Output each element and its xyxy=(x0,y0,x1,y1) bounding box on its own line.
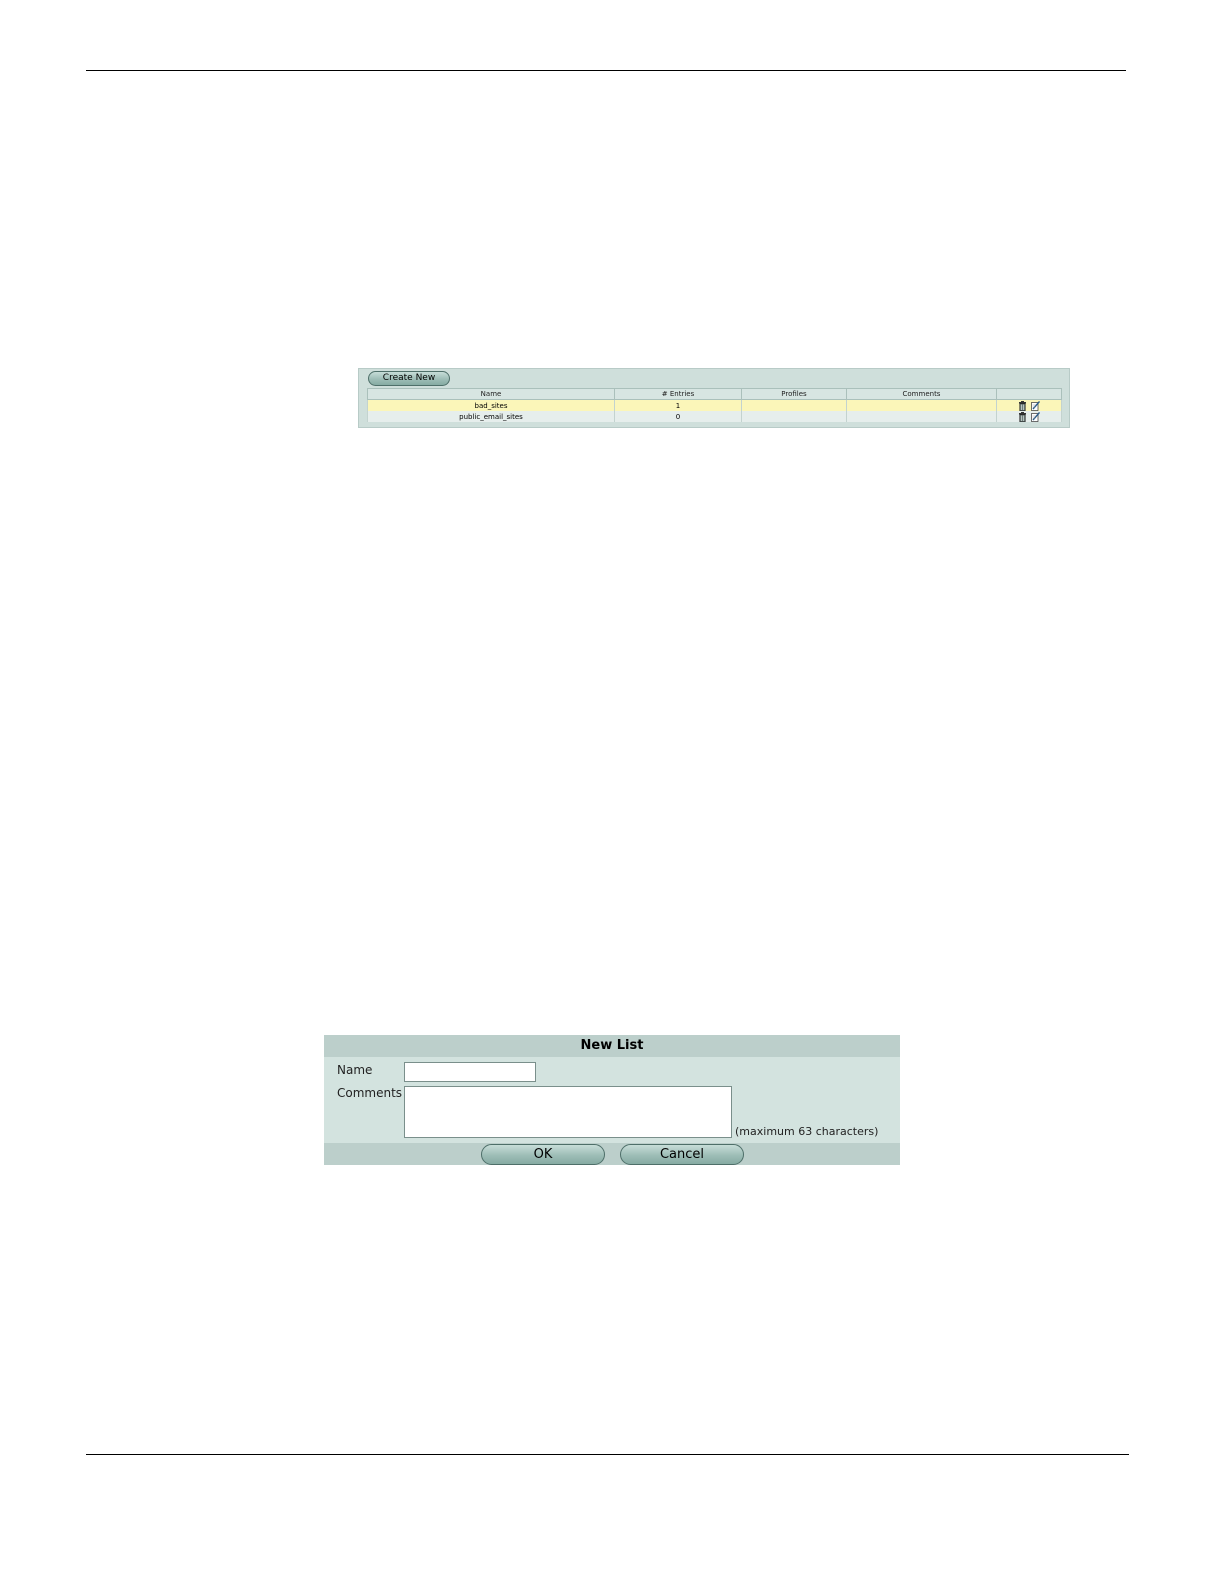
web-filter-list-panel: Create New Name # Entries Profiles Comme… xyxy=(358,368,1070,428)
row-profiles xyxy=(741,411,847,422)
bottom-rule xyxy=(86,1454,1129,1455)
max-characters-hint: (maximum 63 characters) xyxy=(735,1125,879,1138)
column-header-name[interactable]: Name xyxy=(367,388,615,400)
table-row[interactable]: public_email_sites 0 xyxy=(367,411,1062,422)
dialog-footer: OK Cancel xyxy=(324,1143,900,1165)
edit-icon[interactable] xyxy=(1031,411,1041,422)
list-table: Name # Entries Profiles Comments bad_sit… xyxy=(367,388,1062,422)
new-list-dialog: New List Name Comments (maximum 63 chara… xyxy=(324,1035,900,1165)
name-label: Name xyxy=(337,1063,373,1077)
column-header-comments[interactable]: Comments xyxy=(846,388,997,400)
row-actions xyxy=(996,411,1062,422)
comments-textarea[interactable] xyxy=(404,1086,732,1138)
cancel-button[interactable]: Cancel xyxy=(620,1144,744,1165)
row-entries: 0 xyxy=(614,411,742,422)
edit-icon[interactable] xyxy=(1031,400,1041,411)
row-comments xyxy=(846,399,997,411)
column-header-profiles[interactable]: Profiles xyxy=(741,388,847,400)
column-header-entries[interactable]: # Entries xyxy=(614,388,742,400)
column-header-actions xyxy=(996,388,1062,400)
ok-button[interactable]: OK xyxy=(481,1144,605,1165)
row-name: public_email_sites xyxy=(367,411,615,422)
create-new-button[interactable]: Create New xyxy=(368,371,450,386)
row-entries: 1 xyxy=(614,399,742,411)
row-actions xyxy=(996,399,1062,411)
comments-label: Comments xyxy=(337,1086,403,1100)
table-row[interactable]: bad_sites 1 xyxy=(367,399,1062,411)
table-header-row: Name # Entries Profiles Comments xyxy=(367,388,1062,400)
trash-icon[interactable] xyxy=(1018,411,1027,422)
row-profiles xyxy=(741,399,847,411)
trash-icon[interactable] xyxy=(1018,400,1027,411)
row-comments xyxy=(846,411,997,422)
dialog-title: New List xyxy=(324,1035,900,1057)
top-rule xyxy=(86,70,1126,71)
row-name: bad_sites xyxy=(367,399,615,411)
name-input[interactable] xyxy=(404,1062,536,1082)
